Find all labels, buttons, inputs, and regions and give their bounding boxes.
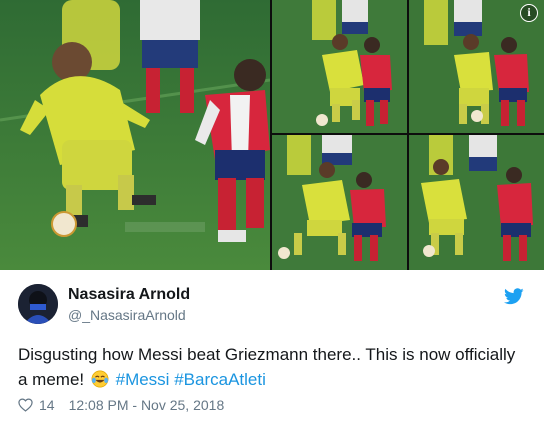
info-icon[interactable]: i bbox=[520, 4, 538, 22]
heart-icon[interactable] bbox=[18, 398, 33, 412]
author-name[interactable]: Nasasira Arnold bbox=[68, 286, 190, 304]
embedded-tweet: i Nasasira Arnold @_NasasiraArnold Disgu… bbox=[0, 0, 544, 421]
like-count: 14 bbox=[39, 397, 55, 413]
tweet-footer: 14 12:08 PM - Nov 25, 2018 bbox=[18, 396, 224, 414]
tears-of-joy-emoji-icon bbox=[91, 370, 109, 388]
avatar[interactable] bbox=[18, 284, 58, 324]
tweet-photo-main[interactable] bbox=[0, 0, 270, 270]
twitter-bird-icon[interactable] bbox=[504, 288, 524, 305]
author-handle[interactable]: @_NasasiraArnold bbox=[68, 307, 186, 323]
tweet-photo-5[interactable] bbox=[409, 135, 544, 270]
tweet-text: Disgusting how Messi beat Griezmann ther… bbox=[18, 342, 528, 392]
tweet-header: Nasasira Arnold @_NasasiraArnold bbox=[18, 284, 528, 328]
tweet-photo-2[interactable] bbox=[272, 0, 407, 133]
hashtag-barcaatleti[interactable]: #BarcaAtleti bbox=[174, 370, 266, 389]
tweet-photo-3[interactable]: i bbox=[409, 0, 544, 133]
hashtag-messi[interactable]: #Messi bbox=[116, 370, 170, 389]
tweet-photo-4[interactable] bbox=[272, 135, 407, 270]
tweet-timestamp[interactable]: 12:08 PM - Nov 25, 2018 bbox=[69, 397, 225, 413]
tweet-media-grid: i bbox=[0, 0, 544, 270]
